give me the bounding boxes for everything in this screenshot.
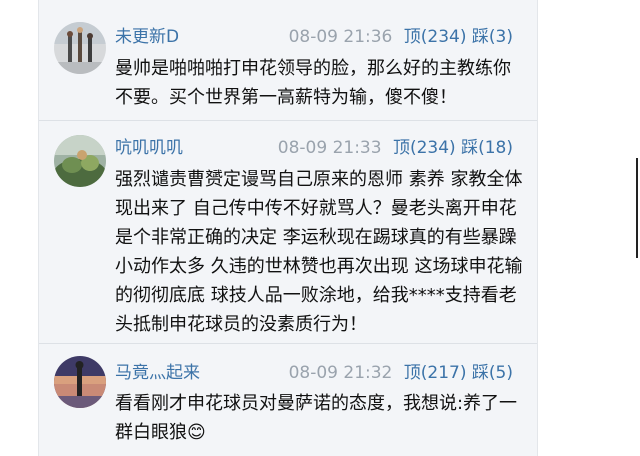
comment-text: 曼帅是啪啪啪打申花领导的脸，那么好的主教练你不要。买个世界第一高薪特为输，傻不傻… [115, 58, 511, 108]
comment-text: 看看刚才申花球员对曼萨诺的态度，我想说:养了一群白眼狼😊 [115, 393, 518, 443]
comment-panel: 未更新D 08-09 21:36 顶(234) 踩(3) 曼帅是啪啪啪打申花领导… [38, 0, 538, 456]
timestamp: 08-09 21:36 [288, 27, 393, 47]
timestamp: 08-09 21:32 [288, 363, 393, 383]
avatar[interactable] [54, 356, 106, 408]
username[interactable]: 未更新D [115, 22, 179, 47]
avatar[interactable] [54, 22, 106, 74]
avatar-image [54, 135, 106, 187]
comment-item: 吭叽叽叽 08-09 21:33 顶(234) 踩(18) 强烈谴责曹赟定谩骂自… [39, 121, 537, 344]
comment-item: 马竟灬起来 08-09 21:32 顶(217) 踩(5) 看看刚才申花球员对曼… [39, 344, 537, 456]
upvote-button[interactable]: 顶(234) [404, 27, 467, 47]
username[interactable]: 吭叽叽叽 [115, 133, 183, 158]
comment-meta: 08-09 21:32 顶(217) 踩(5) [289, 358, 513, 383]
comment-item: 未更新D 08-09 21:36 顶(234) 踩(3) 曼帅是啪啪啪打申花领导… [39, 0, 537, 121]
avatar[interactable] [54, 135, 106, 187]
comment-meta: 08-09 21:36 顶(234) 踩(3) [289, 22, 513, 47]
downvote-button[interactable]: 踩(3) [472, 27, 513, 47]
timestamp: 08-09 21:33 [277, 138, 382, 158]
scrollbar-edge [636, 158, 638, 258]
downvote-button[interactable]: 踩(5) [472, 363, 513, 383]
username[interactable]: 马竟灬起来 [115, 358, 200, 383]
avatar-image [54, 356, 106, 408]
comment-meta: 08-09 21:33 顶(234) 踩(18) [278, 133, 513, 158]
avatar-image [54, 22, 106, 74]
downvote-button[interactable]: 踩(18) [461, 138, 513, 158]
comment-text: 强烈谴责曹赟定谩骂自己原来的恩师 素养 家教全体现出来了 自己传中传不好就骂人？… [115, 169, 523, 335]
upvote-button[interactable]: 顶(234) [393, 138, 456, 158]
upvote-button[interactable]: 顶(217) [404, 363, 467, 383]
